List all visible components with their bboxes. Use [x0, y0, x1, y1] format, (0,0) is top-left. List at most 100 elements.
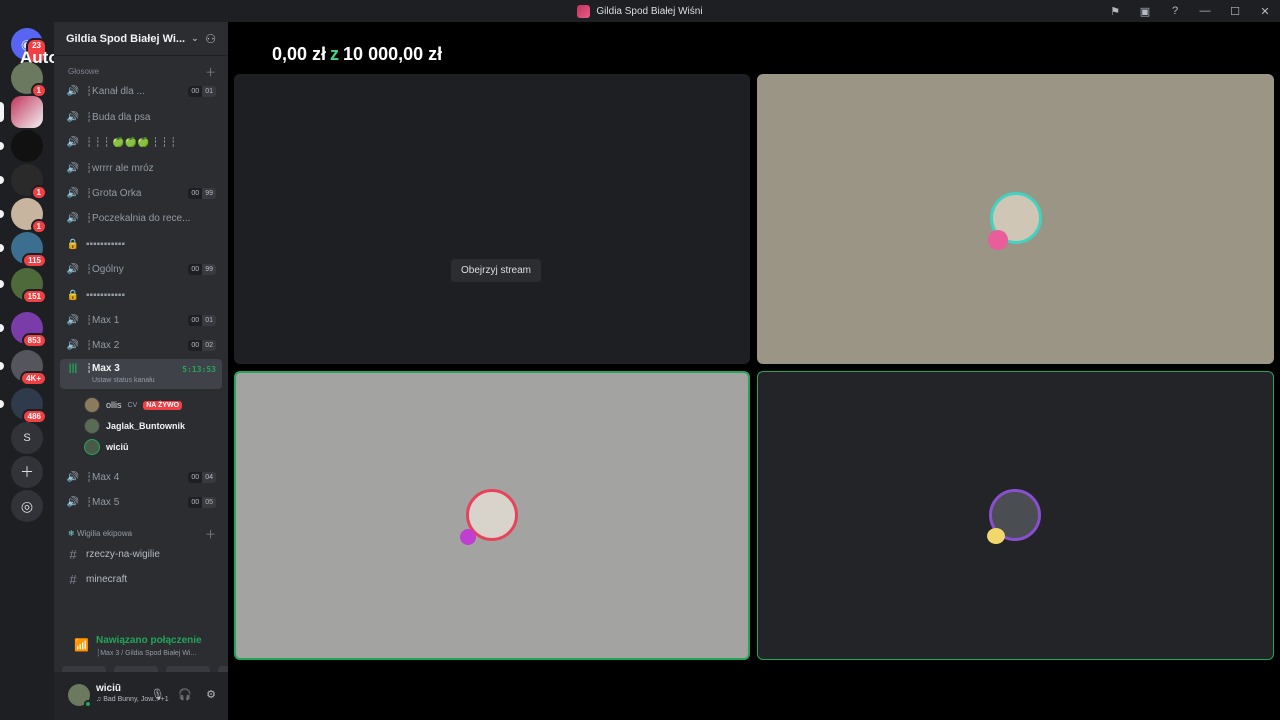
- server-rail: ◉ 23 Auto 1 1 1 115 151 853 4K+ 486 S ＋ …: [0, 22, 59, 720]
- count-limit: 99: [202, 263, 216, 275]
- user-count: 00 01: [188, 314, 216, 326]
- avatar: [84, 397, 100, 413]
- channel-item[interactable]: 🔊 ┆Grota Orka 00 99: [60, 182, 222, 204]
- count-limit: 01: [202, 314, 216, 326]
- channel-item[interactable]: 🔊 ┆ ┆ ┆ 🍏🍏🍏 ┆ ┆ ┆: [60, 131, 222, 153]
- speaker-icon: 🔊: [66, 471, 80, 483]
- money-current: 0,00 zł: [272, 44, 327, 64]
- unread-pip: [0, 400, 4, 408]
- dm-avatar[interactable]: 1: [11, 62, 47, 98]
- server-8[interactable]: 4K+: [0, 350, 47, 386]
- speaker-lock-icon: 🔊: [66, 136, 80, 148]
- guild-name: Gildia Spod Białej Wi...: [66, 32, 186, 45]
- channel-name: ┆Kanał dla ...: [86, 85, 145, 97]
- headphones-icon[interactable]: 🎧: [178, 688, 192, 701]
- connection-status: Nawiązano połączenie: [96, 635, 202, 646]
- set-channel-status[interactable]: Ustaw status kanału: [92, 377, 155, 384]
- category-wigilia[interactable]: ❄ Wigilia ekipowa: [68, 529, 132, 538]
- channel-item[interactable]: 🔊 ┆Buda dla psa: [60, 106, 222, 128]
- channel-item[interactable]: 🔊 ┆Kanał dla ... 00 01: [60, 80, 222, 102]
- channel-name: ┆wrrrr ale mróz: [86, 162, 154, 174]
- member-name: ollis: [106, 400, 122, 410]
- category-label: Wigilia ekipowa: [76, 529, 133, 538]
- server-badge: 4K+: [20, 371, 47, 386]
- channel-name: rzeczy-na-wigilie: [86, 548, 160, 560]
- unread-pip: [0, 324, 4, 332]
- guild-header[interactable]: Gildia Spod Białej Wi... ⌄ ⚇: [54, 22, 228, 56]
- text-channel[interactable]: # rzeczy-na-wigilie: [60, 543, 222, 565]
- server-5[interactable]: 115: [0, 232, 47, 268]
- voice-member[interactable]: wiciū: [84, 437, 129, 457]
- member-name: wiciū: [106, 442, 129, 452]
- speaker-lock-icon: 🔊: [66, 187, 80, 199]
- user-count: 00 04: [188, 471, 216, 483]
- speaker-icon: 🔊: [66, 496, 80, 508]
- screen-share-icon[interactable]: ▣: [1130, 0, 1160, 22]
- user-count: 00 05: [188, 496, 216, 508]
- maximize-button[interactable]: ☐: [1220, 0, 1250, 22]
- watch-stream-button[interactable]: Obejrzyj stream: [451, 259, 542, 282]
- server-4[interactable]: 1: [0, 198, 47, 234]
- server-6[interactable]: 151: [0, 268, 47, 304]
- category-voice[interactable]: Głosowe: [68, 67, 99, 76]
- unread-pip: [0, 210, 4, 218]
- add-channel-icon[interactable]: ＋: [205, 64, 216, 80]
- count-limit: 02: [202, 339, 216, 351]
- participant-tile[interactable]: [757, 74, 1274, 364]
- server-9[interactable]: 486: [0, 388, 47, 424]
- channel-item[interactable]: 🔊 ┆Poczekalnia do rece...: [60, 207, 222, 229]
- server-s[interactable]: S: [11, 422, 43, 454]
- speaker-icon: 🔊: [66, 263, 80, 275]
- donut-decoration-icon: [988, 230, 1008, 250]
- text-channel[interactable]: # minecraft: [60, 568, 222, 590]
- server-2[interactable]: [0, 130, 43, 162]
- voice-stage: 0,00 zł z 10 000,00 zł Obejrzyj stream: [228, 22, 1280, 720]
- settings-icon[interactable]: ⚙: [206, 688, 216, 701]
- server-badge: 853: [21, 333, 47, 348]
- discover-icon[interactable]: ◎: [11, 490, 43, 522]
- server-7[interactable]: 853: [0, 312, 47, 348]
- money-separator: z: [330, 44, 340, 64]
- server-gildia[interactable]: [0, 96, 43, 128]
- participant-tile[interactable]: [757, 371, 1274, 660]
- channel-item[interactable]: 🔒 ▪▪▪▪▪▪▪▪▪▪▪: [60, 284, 222, 306]
- signal-icon[interactable]: 📶: [74, 638, 89, 652]
- count-current: 00: [188, 263, 203, 275]
- count-current: 00: [188, 339, 203, 351]
- help-icon[interactable]: ?: [1160, 0, 1190, 22]
- count-limit: 05: [202, 496, 216, 508]
- user-panel: wiciū ♫ Bad Bunny, Jow... +1 🎙 🎧 ⚙: [54, 672, 228, 720]
- channel-item[interactable]: 🔊 ┆Max 4 00 04: [60, 466, 222, 488]
- invite-icon[interactable]: ⚇: [205, 32, 216, 46]
- channel-item[interactable]: 🔊 ┆Max 2 00 02: [60, 334, 222, 356]
- channel-item[interactable]: 🔊 ┆Max 5 00 05: [60, 491, 222, 513]
- voice-member[interactable]: Jaglak_Buntownik: [84, 416, 185, 436]
- minimize-button[interactable]: —: [1190, 0, 1220, 22]
- inbox-icon[interactable]: ⚑: [1100, 0, 1130, 22]
- unread-pip: [0, 280, 4, 288]
- server-3[interactable]: 1: [0, 164, 47, 200]
- channel-item[interactable]: 🔒 ▪▪▪▪▪▪▪▪▪▪▪: [60, 233, 222, 255]
- connection-channel[interactable]: ┆Max 3 / Gildia Spod Białej Wi...: [96, 649, 196, 657]
- close-button[interactable]: ✕: [1250, 0, 1280, 22]
- active-channel-max3[interactable]: ||| ┆Max 3 5:13:53 Ustaw status kanału: [60, 359, 222, 389]
- add-server-icon[interactable]: ＋: [11, 456, 43, 488]
- channel-item[interactable]: 🔊 ┆wrrrr ale mróz: [60, 157, 222, 179]
- voice-member[interactable]: ollis CV NA ŻYWO: [84, 395, 183, 415]
- money-overlay: 0,00 zł z 10 000,00 zł: [272, 44, 442, 65]
- add-channel-icon[interactable]: ＋: [205, 526, 216, 542]
- server-badge: 1: [30, 219, 47, 234]
- unread-pip: [0, 244, 4, 252]
- microphone-icon[interactable]: 🎙: [150, 688, 164, 701]
- channel-name: ┆Max 5: [86, 496, 120, 508]
- glasses-decoration-icon: [987, 528, 1005, 544]
- category-label: Głosowe: [68, 67, 100, 76]
- stream-tile[interactable]: Obejrzyj stream: [234, 74, 750, 364]
- participant-tile-speaking[interactable]: [234, 371, 750, 660]
- channel-item[interactable]: 🔊 ┆Ogólny 00 99: [60, 258, 222, 280]
- channel-name: ▪▪▪▪▪▪▪▪▪▪▪: [86, 289, 125, 301]
- channel-name: ┆Max 1: [86, 314, 120, 326]
- count-current: 00: [188, 496, 203, 508]
- channel-item[interactable]: 🔊 ┆Max 1 00 01: [60, 309, 222, 331]
- channel-name: ▪▪▪▪▪▪▪▪▪▪▪: [86, 238, 125, 250]
